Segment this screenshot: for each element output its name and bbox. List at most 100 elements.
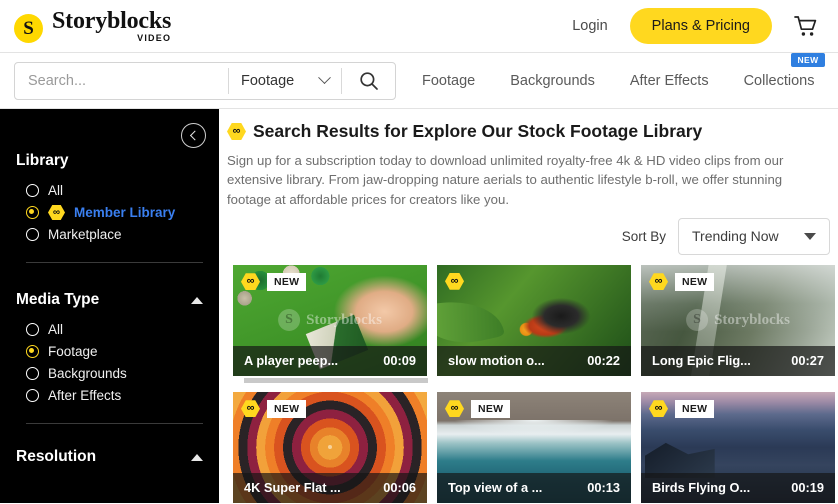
sidebar-collapse-button[interactable] — [181, 123, 206, 148]
card-duration: 00:22 — [587, 353, 620, 369]
sidebar-option-member-library[interactable]: ∞ Member Library — [26, 205, 203, 220]
search-category-value: Footage — [240, 72, 295, 89]
filter-section-title-media-type: Media Type — [16, 291, 100, 308]
nav-link-backgrounds[interactable]: Backgrounds — [510, 69, 595, 93]
nav-link-footage[interactable]: Footage — [422, 69, 475, 93]
login-link[interactable]: Login — [572, 18, 607, 34]
header-actions: Login Plans & Pricing — [572, 8, 824, 44]
new-badge: NEW — [675, 272, 715, 291]
infinity-hex-icon: ∞ — [649, 400, 668, 418]
results-grid: ∞ NEW S Storyblocks A player peep... 00:… — [233, 264, 838, 503]
sidebar-option-all-media[interactable]: All — [26, 322, 203, 337]
infinity-hex-icon: ∞ — [445, 400, 464, 418]
filter-section-title-resolution: Resolution — [16, 448, 97, 465]
radio-icon-selected[interactable] — [26, 206, 39, 219]
radio-icon[interactable] — [26, 184, 39, 197]
card-info-bar: slow motion o... 00:22 — [437, 345, 631, 376]
filter-section-header-resolution[interactable]: Resolution — [16, 448, 203, 466]
card-info-bar: Long Epic Flig... 00:27 — [641, 345, 835, 376]
search-group: Footage — [14, 61, 396, 100]
option-label: Footage — [48, 344, 98, 359]
storyblocks-logo-icon: S — [14, 14, 43, 43]
main-content: ∞ Search Results for Explore Our Stock F… — [219, 109, 838, 503]
watermark-text: Storyblocks — [714, 311, 790, 328]
magnifier-icon — [359, 71, 378, 90]
card-badges: ∞ NEW — [445, 399, 511, 418]
plans-and-pricing-button[interactable]: Plans & Pricing — [629, 8, 772, 44]
card-title: Birds Flying O... — [652, 480, 751, 496]
sidebar-option-footage[interactable]: Footage — [26, 344, 203, 359]
infinity-hex-icon: ∞ — [649, 273, 668, 291]
sidebar-option-all-library[interactable]: All — [26, 183, 203, 198]
option-label: All — [48, 322, 64, 337]
top-header: S Storyblocks VIDEO Login Plans & Pricin… — [0, 0, 838, 53]
sidebar-option-after-effects[interactable]: After Effects — [26, 388, 203, 403]
card-duration: 00:27 — [791, 353, 824, 369]
filter-sidebar: Library All ∞ Member Library Marketplace… — [0, 109, 219, 503]
card-duration: 00:13 — [587, 480, 620, 496]
infinity-hex-icon: ∞ — [48, 205, 65, 220]
new-badge: NEW — [471, 399, 511, 418]
sort-by-value: Trending Now — [692, 228, 779, 245]
brand-logo[interactable]: S Storyblocks VIDEO — [14, 9, 171, 43]
card-title: 4K Super Flat ... — [244, 480, 341, 496]
nav-link-label: Collections — [743, 72, 815, 89]
card-info-bar: Top view of a ... 00:13 — [437, 472, 631, 503]
nav-links: Footage Backgrounds After Effects Collec… — [422, 52, 825, 93]
nav-link-after-effects[interactable]: After Effects — [630, 69, 709, 93]
option-label: Backgrounds — [48, 366, 127, 381]
card-loading-bar — [244, 377, 428, 383]
option-label: All — [48, 183, 64, 198]
nav-link-collections[interactable]: Collections NEW — [743, 52, 825, 93]
shopping-cart-icon[interactable] — [794, 15, 818, 37]
new-badge: NEW — [675, 399, 715, 418]
body-wrapper: Library All ∞ Member Library Marketplace… — [0, 109, 838, 503]
infinity-hex-icon: ∞ — [241, 400, 260, 418]
radio-icon[interactable] — [26, 323, 39, 336]
card-info-bar: A player peep... 00:09 — [233, 345, 427, 376]
sort-row: Sort By Trending Now — [227, 217, 830, 255]
search-submit-button[interactable] — [342, 63, 395, 99]
video-card[interactable]: ∞ NEW S Storyblocks A player peep... 00:… — [233, 264, 427, 376]
radio-icon[interactable] — [26, 367, 39, 380]
caret-up-icon[interactable] — [191, 296, 203, 304]
search-category-select[interactable]: Footage — [229, 71, 341, 89]
navigation-bar: Footage Footage Backgrounds After Effect… — [0, 52, 838, 109]
sidebar-option-marketplace[interactable]: Marketplace — [26, 227, 203, 242]
page-title: ∞ Search Results for Explore Our Stock F… — [227, 121, 838, 142]
infinity-hex-icon: ∞ — [241, 273, 260, 291]
caret-down-icon — [804, 232, 816, 240]
video-card[interactable]: ∞ NEW Top view of a ... 00:13 — [437, 391, 631, 503]
sidebar-option-backgrounds[interactable]: Backgrounds — [26, 366, 203, 381]
filter-options-media-type: All Footage Backgrounds After Effects — [16, 322, 203, 403]
caret-up-icon[interactable] — [191, 453, 203, 461]
sort-by-select[interactable]: Trending Now — [678, 217, 830, 255]
radio-icon[interactable] — [26, 228, 39, 241]
card-duration: 00:06 — [383, 480, 416, 496]
infinity-hex-icon: ∞ — [445, 272, 464, 290]
page-title-text: Search Results for Explore Our Stock Foo… — [253, 121, 703, 141]
new-badge: NEW — [267, 272, 307, 291]
watermark: S Storyblocks — [686, 309, 790, 332]
new-badge: NEW — [267, 399, 307, 418]
video-card[interactable]: ∞ NEW S Storyblocks Long Epic Flig... 00… — [641, 264, 835, 376]
radio-icon[interactable] — [26, 389, 39, 402]
chevron-left-icon — [189, 130, 200, 141]
video-card[interactable]: ∞ slow motion o... 00:22 — [437, 264, 631, 376]
card-badges: ∞ NEW — [241, 272, 307, 291]
logo-wordmark: Storyblocks — [52, 8, 172, 34]
video-card[interactable]: ∞ NEW 4K Super Flat ... 00:06 — [233, 391, 427, 503]
option-label: After Effects — [48, 388, 122, 403]
video-card[interactable]: ∞ NEW Birds Flying O... 00:19 — [641, 391, 835, 503]
radio-icon-selected[interactable] — [26, 345, 39, 358]
nav-link-label: Footage — [422, 72, 476, 89]
search-input[interactable] — [15, 62, 228, 99]
storyblocks-logo-icon: S — [686, 309, 709, 332]
new-badge: NEW — [791, 52, 825, 67]
card-badges: ∞ NEW — [649, 399, 715, 418]
nav-link-label: After Effects — [629, 72, 709, 89]
sidebar-divider — [26, 423, 203, 424]
filter-section-header-media-type[interactable]: Media Type — [16, 291, 203, 309]
sidebar-divider — [26, 262, 203, 263]
card-title: Long Epic Flig... — [652, 353, 751, 369]
